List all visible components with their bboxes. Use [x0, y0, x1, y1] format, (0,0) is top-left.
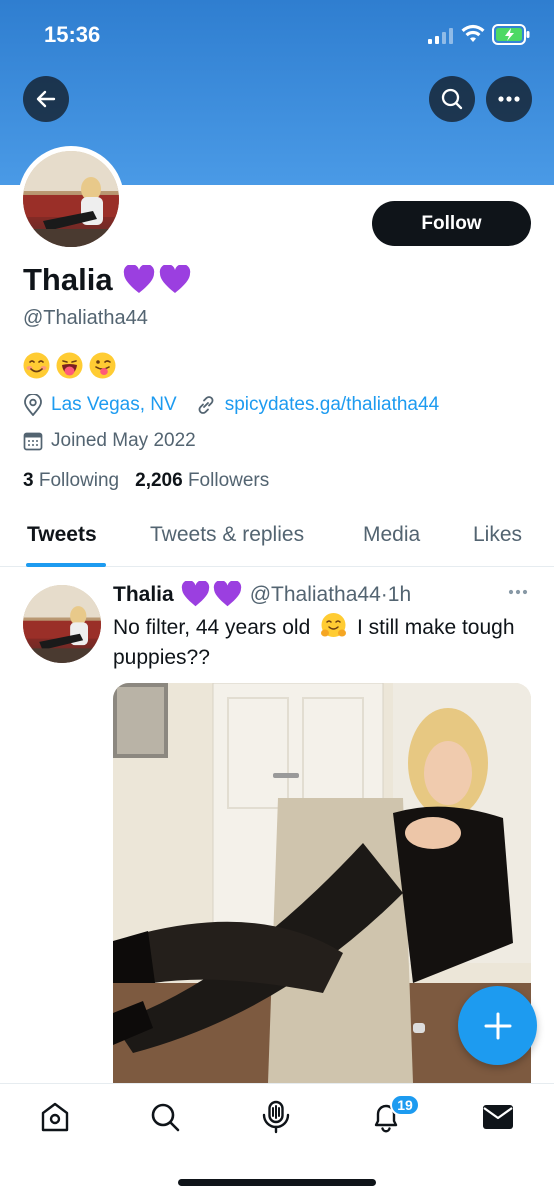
back-button[interactable] — [23, 76, 69, 122]
profile-meta-row: Las Vegas, NV spicydates.ga/thaliatha44 — [23, 394, 439, 416]
tweet-text-part-1: No filter, 44 years old — [113, 616, 311, 639]
plus-icon — [484, 1012, 511, 1039]
tweet-timestamp[interactable]: 1h — [388, 583, 411, 607]
spaces-microphone-icon — [262, 1100, 290, 1134]
location-pin-icon — [24, 394, 42, 416]
more-options-button[interactable] — [486, 76, 532, 122]
profile-bio — [23, 352, 116, 379]
search-icon — [441, 88, 463, 110]
active-tab-indicator — [26, 563, 106, 567]
nav-home[interactable] — [38, 1100, 72, 1134]
hugging-face-emoji-icon — [321, 613, 347, 637]
followers-link[interactable]: 2,206 Followers — [135, 470, 269, 492]
profile-avatar[interactable] — [18, 146, 124, 252]
profile-joined-row: Joined May 2022 — [23, 430, 196, 452]
tab-tweets-and-replies[interactable]: Tweets & replies — [150, 523, 304, 547]
nav-spaces[interactable] — [259, 1100, 293, 1134]
profile-website-link[interactable]: spicydates.ga/thaliatha44 — [225, 394, 439, 416]
purple-heart-icon — [159, 265, 190, 293]
tweet-author-avatar[interactable] — [23, 585, 101, 663]
tweet-author-name[interactable]: Thalia — [113, 583, 174, 607]
profile-tabs: Tweets Tweets & replies Media Likes — [0, 515, 554, 567]
wifi-icon — [461, 24, 485, 42]
search-button[interactable] — [429, 76, 475, 122]
following-count: 3 — [23, 470, 34, 491]
cellular-signal-icon — [428, 28, 453, 44]
link-icon — [198, 396, 214, 414]
arrow-left-icon — [36, 90, 56, 108]
more-horizontal-icon — [498, 96, 520, 102]
nav-messages[interactable] — [481, 1100, 515, 1134]
tweet-author-handle[interactable]: @Thaliatha44 — [250, 583, 381, 607]
purple-heart-icon — [213, 581, 241, 607]
follow-counts: 3 Following 2,206 Followers — [23, 470, 269, 492]
following-label: Following — [38, 470, 120, 491]
tweet-more-icon[interactable] — [508, 589, 528, 595]
tongue-out-emoji-icon — [56, 352, 83, 379]
calendar-icon — [23, 432, 43, 451]
tab-likes[interactable]: Likes — [473, 523, 522, 547]
battery-icon — [492, 24, 530, 45]
status-time: 15:36 — [44, 22, 101, 47]
envelope-icon — [483, 1105, 513, 1129]
follow-button[interactable]: Follow — [372, 201, 531, 246]
search-icon — [151, 1103, 180, 1132]
home-icon — [41, 1102, 69, 1132]
following-link[interactable]: 3 Following — [23, 470, 119, 492]
profile-joined-date: Joined May 2022 — [51, 430, 196, 451]
status-bar: 15:36 — [0, 0, 554, 70]
winking-tongue-emoji-icon — [89, 352, 116, 379]
followers-label: Followers — [187, 470, 270, 491]
profile-name: Thalia — [23, 262, 113, 297]
tab-media[interactable]: Media — [363, 523, 420, 547]
purple-heart-icon — [123, 265, 154, 293]
profile-name-row: Thalia — [23, 262, 191, 298]
smiling-face-emoji-icon — [23, 352, 50, 379]
home-indicator — [178, 1179, 376, 1186]
notifications-badge: 19 — [390, 1094, 420, 1116]
avatar-image — [23, 151, 119, 247]
compose-tweet-button[interactable] — [458, 986, 537, 1065]
purple-heart-icon — [181, 581, 209, 607]
tweet-separator: · — [380, 582, 388, 606]
tweet-header: Thalia @Thaliatha44 · 1h — [113, 581, 411, 608]
profile-location: Las Vegas, NV — [51, 394, 177, 415]
profile-handle: @Thaliatha44 — [23, 307, 148, 329]
nav-search[interactable] — [148, 1100, 182, 1134]
followers-count: 2,206 — [135, 470, 183, 491]
tab-tweets[interactable]: Tweets — [27, 523, 97, 547]
tweet-text: No filter, 44 years old I still make tou… — [113, 612, 533, 673]
